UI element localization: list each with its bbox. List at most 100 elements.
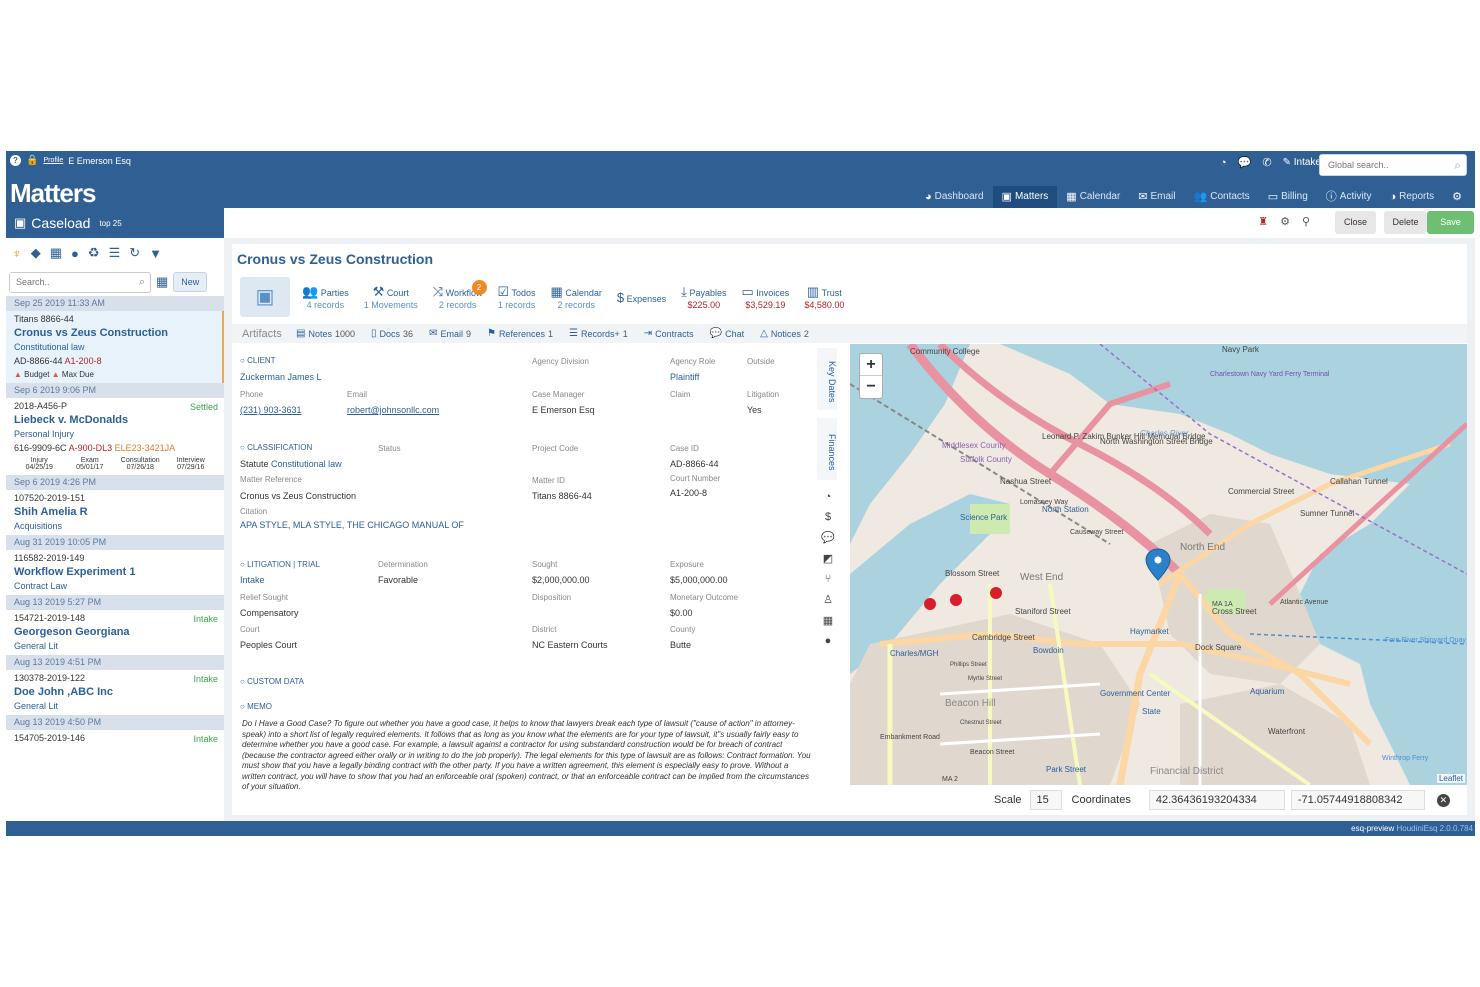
sitemap-icon[interactable]: ♙ [821, 593, 835, 606]
nav-contacts[interactable]: 👥 Contacts [1185, 186, 1259, 208]
gear-icon[interactable]: ⚙ [1280, 215, 1290, 228]
tool-court[interactable]: ⚒ Court 1 Movements [364, 284, 418, 310]
nav-activity[interactable]: ⓘ Activity [1317, 186, 1381, 208]
film-icon[interactable]: ▦ [821, 614, 835, 627]
zoom-in-button[interactable]: + [860, 354, 882, 376]
list-icon[interactable]: ☰ [109, 245, 121, 261]
user-icon[interactable]: ● [71, 246, 79, 261]
litigation-section-title[interactable]: LITIGATION | TRIAL [240, 560, 320, 569]
case-item[interactable]: 116582-2019-149 Workflow Experiment 1 Co… [6, 550, 224, 595]
phone-link[interactable]: (231) 903-3631 [240, 405, 302, 415]
nav-email[interactable]: ✉ Email [1129, 186, 1184, 208]
classification-section-title[interactable]: CLASSIFICATION [240, 443, 312, 452]
global-search[interactable]: ⌕ [1319, 154, 1467, 176]
case-item[interactable]: 107520-2019-151 Shih Amelia R Acquisitio… [6, 490, 224, 535]
new-case-button[interactable]: New [173, 272, 208, 292]
artifact-contracts[interactable]: ⇥ Contracts [644, 328, 694, 339]
clock-icon[interactable]: ◔ [821, 491, 835, 503]
tab-key-dates[interactable]: Key Dates [817, 348, 837, 410]
nav-dashboard[interactable]: ◕ Dashboard [916, 186, 993, 208]
case-item[interactable]: Titans 8866-44 Cronus vs Zeus Constructi… [6, 311, 224, 383]
save-button[interactable]: Save [1427, 211, 1474, 234]
case-name[interactable]: Cronus vs Zeus Construction [14, 327, 214, 339]
map-label: Suffolk County [960, 455, 1012, 464]
nav-billing[interactable]: ▭ Billing [1259, 186, 1317, 208]
artifact-email[interactable]: ✉ Email 9 [429, 328, 471, 339]
global-search-input[interactable] [1320, 155, 1440, 175]
user-secret-icon[interactable]: ♜ [1258, 215, 1268, 228]
tool-todos[interactable]: ☑ Todos 1 records [498, 284, 536, 310]
question-circle-icon[interactable]: ? [10, 155, 21, 166]
case-item[interactable]: 2018-A456-P Settled Liebeck v. McDonalds… [6, 398, 224, 475]
case-item[interactable]: 130378-2019-122 Intake Doe John ,ABC Inc… [6, 670, 224, 715]
case-name[interactable]: Georgeson Georgiana [14, 626, 216, 638]
person-icon[interactable]: ♆ [12, 246, 22, 261]
artifact-docs[interactable]: ▯ Docs 36 [371, 328, 413, 339]
tag-icon[interactable]: ◆ [31, 245, 41, 261]
search-icon[interactable]: ⌕ [139, 276, 145, 289]
map-label: Staniford Street [1015, 607, 1071, 616]
case-item[interactable]: 154705-2019-146 Intake [6, 730, 224, 747]
client-name[interactable]: Zuckerman James L [240, 372, 322, 382]
case-name[interactable]: Shih Amelia R [14, 506, 216, 518]
calendar-icon[interactable]: ▦ [156, 274, 168, 290]
artifact-notices[interactable]: △ Notices 2 [760, 328, 809, 339]
map-canvas[interactable]: Community College Charlestown Navy Yard … [850, 344, 1467, 785]
nav-calendar[interactable]: ▦ Calendar [1057, 186, 1129, 208]
case-name[interactable]: Doe John ,ABC Inc [14, 686, 216, 698]
custom-data-section-title[interactable]: CUSTOM DATA [240, 677, 304, 686]
nav-matters[interactable]: ▣ Matters [992, 186, 1058, 208]
money-icon: ▭ [741, 284, 754, 299]
close-button[interactable]: Close [1335, 211, 1376, 234]
settings-menu[interactable]: ⚙ [1443, 186, 1471, 208]
zoom-out-button[interactable]: − [860, 376, 882, 398]
filter-icon[interactable]: ▼ [149, 246, 162, 261]
map-attribution[interactable]: Leaflet [1436, 774, 1465, 783]
external-link-icon[interactable]: ◩ [821, 552, 835, 565]
email-link[interactable]: robert@johnsonllc.com [347, 405, 439, 415]
tool-workflow[interactable]: ⤨ Workflow 2 records 2 [433, 280, 487, 310]
map-view[interactable]: Community College Charlestown Navy Yard … [850, 344, 1467, 785]
chat-icon[interactable]: 💬 [1238, 156, 1252, 169]
court-number: A1-200-8 [64, 356, 102, 366]
recycle-icon[interactable]: ♻ [88, 245, 100, 261]
tool-parties[interactable]: 👥 Parties 4 records [302, 284, 349, 310]
chat-icon[interactable]: 💬 [821, 531, 835, 544]
agency-role[interactable]: Plaintiff [670, 372, 699, 382]
artifact-references[interactable]: ⚑ References 1 [487, 328, 553, 339]
case-item[interactable]: 154721-2019-148 Intake Georgeson Georgia… [6, 610, 224, 655]
memo-section-title[interactable]: MEMO [240, 702, 272, 711]
calendar-icon[interactable]: ▦ [50, 245, 62, 261]
artifact-records[interactable]: ☰ Records+ 1 [569, 328, 628, 339]
tool-invoices[interactable]: ▭ Invoices $3,529.19 [741, 284, 789, 310]
caseload-search-input[interactable] [10, 272, 125, 292]
case-name[interactable]: Workflow Experiment 1 [14, 566, 216, 578]
tool-trust[interactable]: ▥ Trust $4,580.00 [804, 284, 844, 310]
client-section-title[interactable]: CLIENT [240, 356, 275, 365]
clear-coordinates-icon[interactable]: ✕ [1436, 793, 1450, 807]
artifact-chat[interactable]: 💬 Chat [710, 328, 744, 339]
pin-icon[interactable]: ⚲ [1302, 215, 1310, 228]
delete-button[interactable]: Delete [1384, 211, 1427, 234]
clock-icon[interactable]: ◔ [1220, 157, 1227, 169]
tool-calendar[interactable]: ▦ Calendar 2 records [551, 284, 602, 310]
scale-field[interactable]: 15 [1029, 790, 1062, 810]
globe-icon[interactable]: ● [821, 635, 835, 647]
tool-expenses[interactable]: $ Expenses [617, 290, 666, 305]
dollar-icon[interactable]: $ [821, 511, 835, 523]
briefcase-icon[interactable]: ▣ [240, 277, 290, 317]
nav-reports[interactable]: ◑ Reports [1380, 186, 1443, 208]
phone-icon[interactable]: ✆ [1262, 156, 1271, 169]
longitude-field[interactable]: -71.05744918808342 [1290, 790, 1425, 810]
tool-payables[interactable]: ⤓ Payables $225.00 [681, 284, 726, 310]
tab-finances[interactable]: Finances [817, 418, 837, 480]
artifact-notes[interactable]: ▤ Notes 1000 [296, 328, 355, 339]
search-icon[interactable]: ⌕ [1454, 158, 1461, 173]
intake-button[interactable]: ✎ Intake [1283, 157, 1321, 168]
latitude-field[interactable]: 42.36436193204334 [1148, 790, 1285, 810]
code-fork-icon[interactable]: ⑂ [821, 573, 835, 585]
profile-link[interactable]: Profile [43, 157, 63, 164]
case-name[interactable]: Liebeck v. McDonalds [14, 414, 216, 426]
caseload-search[interactable]: ⌕ [9, 271, 151, 293]
refresh-icon[interactable]: ↻ [129, 245, 140, 261]
